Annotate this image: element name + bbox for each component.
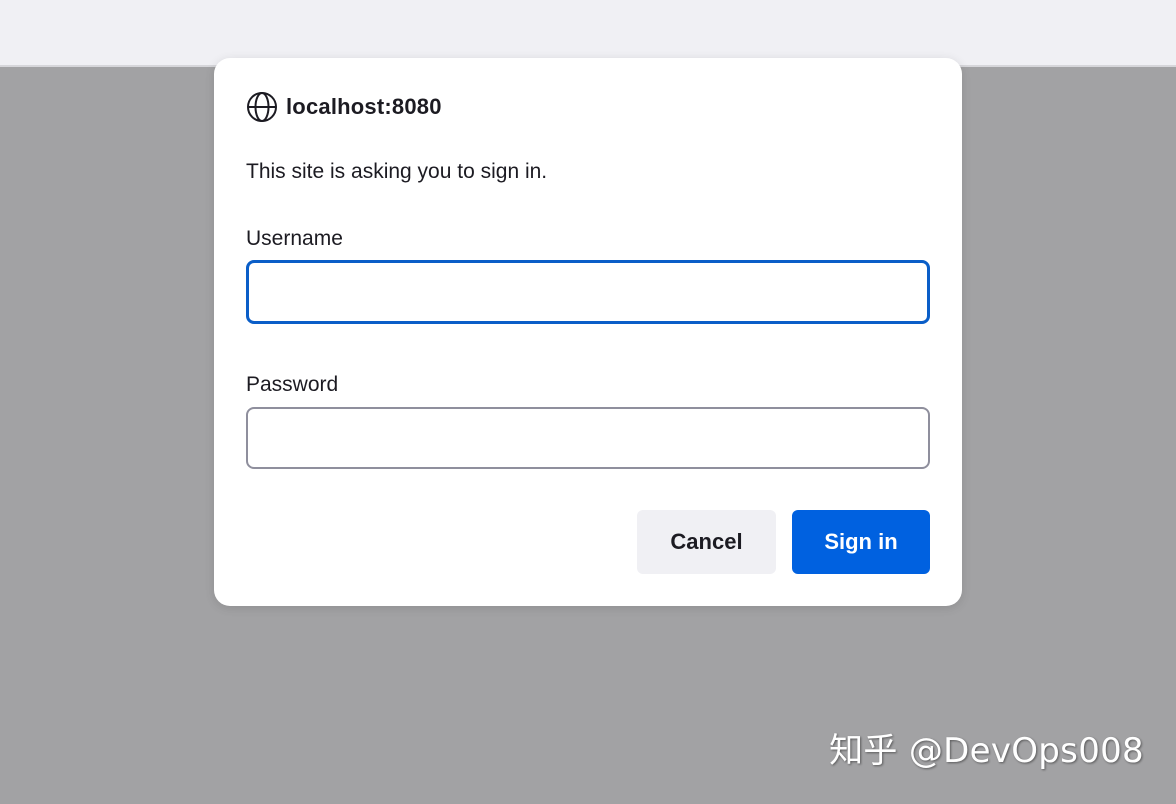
dialog-origin: localhost:8080 <box>246 92 442 122</box>
globe-icon <box>246 91 278 123</box>
sign-in-message: This site is asking you to sign in. <box>246 160 548 183</box>
password-label: Password <box>246 373 339 396</box>
username-field[interactable] <box>246 260 930 324</box>
watermark: 知乎 @DevOps008 <box>829 731 1144 771</box>
username-label: Username <box>246 227 343 250</box>
sign-in-button[interactable]: Sign in <box>792 510 930 574</box>
browser-toolbar <box>0 0 1176 67</box>
cancel-button[interactable]: Cancel <box>637 510 776 574</box>
sign-in-dialog: localhost:8080 This site is asking you t… <box>214 58 962 606</box>
origin-host: localhost:8080 <box>286 94 442 119</box>
password-field[interactable] <box>246 407 930 469</box>
